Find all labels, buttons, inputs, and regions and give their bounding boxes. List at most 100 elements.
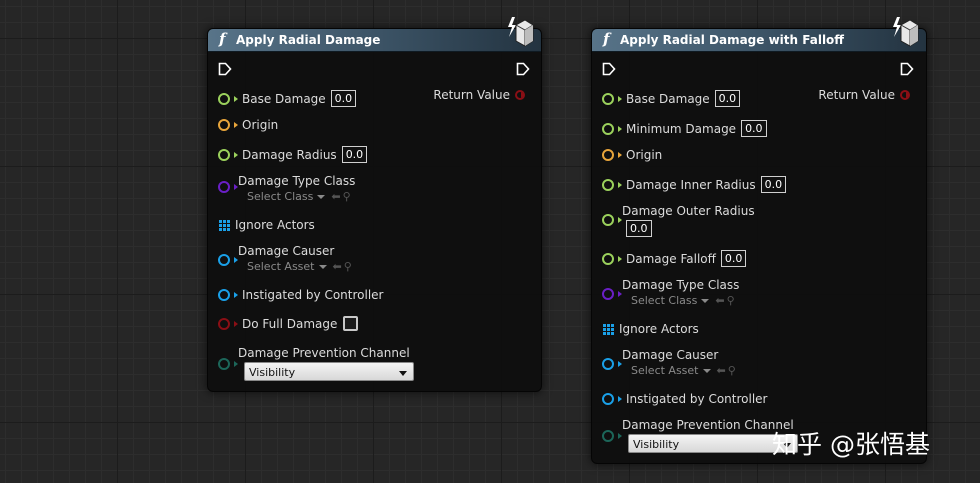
object-pin-icon[interactable] xyxy=(602,393,614,405)
node-header[interactable]: f Apply Radial Damage with Falloff xyxy=(592,29,926,52)
minimum-damage-input[interactable]: 0.0 xyxy=(741,120,767,137)
damage-radius-input[interactable]: 0.0 xyxy=(341,146,368,163)
use-selected-arrow-icon[interactable]: ⬅ xyxy=(333,260,342,273)
pin-label: Damage Inner Radius xyxy=(626,177,756,192)
pin-arrow-icon xyxy=(906,92,910,98)
enum-pin-icon[interactable] xyxy=(602,430,614,442)
pin-label: Damage Falloff xyxy=(626,251,716,266)
pin-row-inner-radius[interactable]: Damage Inner Radius 0.0 xyxy=(602,176,787,193)
pin-row-origin[interactable]: Origin xyxy=(218,118,278,132)
pin-label: Instigated by Controller xyxy=(242,288,384,302)
return-value-label: Return Value xyxy=(433,88,510,102)
pin-arrow-icon xyxy=(618,95,622,102)
return-value-pin[interactable]: Return Value xyxy=(433,88,529,102)
pin-row-base-damage[interactable]: Base Damage 0.0 xyxy=(602,90,741,107)
browse-search-icon[interactable]: ⚲ xyxy=(728,364,736,377)
damage-type-class-picker[interactable]: Select Class ⬅ ⚲ xyxy=(247,190,351,203)
pin-row-do-full-damage[interactable]: Do Full Damage xyxy=(218,316,359,331)
select-asset-label: Select Asset xyxy=(631,364,699,377)
pin-arrow-icon xyxy=(234,151,238,158)
falloff-input[interactable]: 0.0 xyxy=(720,250,747,267)
pin-row-minimum-damage[interactable]: Minimum Damage 0.0 xyxy=(602,120,767,137)
inner-radius-input[interactable]: 0.0 xyxy=(760,176,787,193)
lightning-cube-icon xyxy=(893,17,919,47)
caret-down-icon xyxy=(318,264,327,269)
browse-search-icon[interactable]: ⚲ xyxy=(727,294,735,307)
select-class-dropdown[interactable]: Select Class xyxy=(247,190,326,203)
vector-pin-icon[interactable] xyxy=(602,149,614,161)
pin-row-origin[interactable]: Origin xyxy=(602,148,662,162)
pin-row-instigated-by[interactable]: Instigated by Controller xyxy=(602,392,768,406)
select-asset-dropdown[interactable]: Select Asset xyxy=(247,260,327,273)
float-pin-icon[interactable] xyxy=(602,214,614,226)
pin-row-base-damage[interactable]: Base Damage 0.0 xyxy=(218,90,357,107)
pin-row-instigated-by[interactable]: Instigated by Controller xyxy=(218,288,384,302)
vector-pin-icon[interactable] xyxy=(218,119,230,131)
pin-label: Do Full Damage xyxy=(242,316,338,331)
bool-pin-icon[interactable] xyxy=(218,317,230,330)
pin-label: Base Damage xyxy=(242,91,326,106)
outer-radius-value-row[interactable]: 0.0 xyxy=(622,220,652,237)
base-damage-input[interactable]: 0.0 xyxy=(330,90,357,107)
pin-arrow-icon xyxy=(618,181,622,188)
object-pin-icon[interactable] xyxy=(218,254,230,266)
base-damage-input[interactable]: 0.0 xyxy=(714,90,741,107)
use-selected-arrow-icon[interactable]: ⬅ xyxy=(331,190,340,203)
class-pin-icon[interactable] xyxy=(602,288,614,300)
pin-label: Damage Causer xyxy=(622,348,719,362)
pin-label: Damage Type Class xyxy=(238,174,356,188)
object-pin-icon[interactable] xyxy=(602,358,614,370)
damage-causer-picker[interactable]: Select Asset ⬅ ⚲ xyxy=(631,364,736,377)
node-apply-radial-damage-with-falloff[interactable]: f Apply Radial Damage with Falloff Retur… xyxy=(591,17,927,464)
class-pin-icon[interactable] xyxy=(218,181,230,193)
outer-radius-label-row: Damage Outer Radius xyxy=(622,204,755,218)
exec-in-pin-icon[interactable] xyxy=(218,62,232,76)
damage-type-class-picker[interactable]: Select Class ⬅ ⚲ xyxy=(631,294,735,307)
browse-search-icon[interactable]: ⚲ xyxy=(343,190,351,203)
lightning-cube-icon xyxy=(508,17,534,47)
float-pin-icon[interactable] xyxy=(602,92,614,105)
pin-row-damage-radius[interactable]: Damage Radius 0.0 xyxy=(218,146,368,163)
float-pin-icon[interactable] xyxy=(602,122,614,135)
node-apply-radial-damage[interactable]: f Apply Radial Damage Return Value Base … xyxy=(207,17,542,392)
select-asset-dropdown[interactable]: Select Asset xyxy=(631,364,711,377)
use-selected-arrow-icon[interactable]: ⬅ xyxy=(715,294,724,307)
select-class-label: Select Class xyxy=(247,190,314,203)
object-pin-icon[interactable] xyxy=(218,289,230,301)
return-value-pin[interactable]: Return Value xyxy=(818,88,914,102)
outer-radius-input[interactable]: 0.0 xyxy=(626,220,652,237)
float-pin-icon[interactable] xyxy=(602,252,614,265)
node-header[interactable]: f Apply Radial Damage xyxy=(208,29,541,52)
pin-arrow-icon xyxy=(234,292,238,298)
do-full-damage-checkbox[interactable] xyxy=(343,316,359,331)
pin-label: Ignore Actors xyxy=(235,218,315,232)
pin-row-ignore-actors[interactable]: Ignore Actors xyxy=(218,218,315,232)
array-pin-icon[interactable] xyxy=(219,219,230,231)
float-pin-icon[interactable] xyxy=(218,92,230,105)
damage-causer-picker[interactable]: Select Asset ⬅ ⚲ xyxy=(247,260,352,273)
pin-label: Damage Prevention Channel xyxy=(238,346,410,360)
function-icon: f xyxy=(219,30,226,48)
caret-down-icon xyxy=(702,368,711,373)
dropdown-value: Visibility xyxy=(633,438,680,451)
browse-search-icon[interactable]: ⚲ xyxy=(344,260,352,273)
exec-in-pin-icon[interactable] xyxy=(602,62,616,76)
float-pin-icon[interactable] xyxy=(218,148,230,161)
damage-type-class-label-row: Damage Type Class xyxy=(622,278,739,292)
pin-label: Instigated by Controller xyxy=(626,392,768,406)
pin-row-falloff[interactable]: Damage Falloff 0.0 xyxy=(602,250,747,267)
pin-row-ignore-actors[interactable]: Ignore Actors xyxy=(602,322,699,336)
pin-arrow-icon xyxy=(618,125,622,132)
exec-out-pin-icon[interactable] xyxy=(900,62,914,76)
node-title: Apply Radial Damage xyxy=(236,33,381,47)
enum-pin-icon[interactable] xyxy=(218,358,230,370)
float-pin-icon[interactable] xyxy=(602,178,614,191)
pin-label: Base Damage xyxy=(626,91,710,106)
array-pin-icon[interactable] xyxy=(603,323,614,335)
use-selected-arrow-icon[interactable]: ⬅ xyxy=(717,364,726,377)
prevention-channel-dropdown[interactable]: Visibility xyxy=(244,362,414,381)
pin-arrow-icon xyxy=(234,95,238,102)
pin-arrow-icon xyxy=(234,320,238,327)
exec-out-pin-icon[interactable] xyxy=(516,62,530,76)
select-class-dropdown[interactable]: Select Class xyxy=(631,294,710,307)
